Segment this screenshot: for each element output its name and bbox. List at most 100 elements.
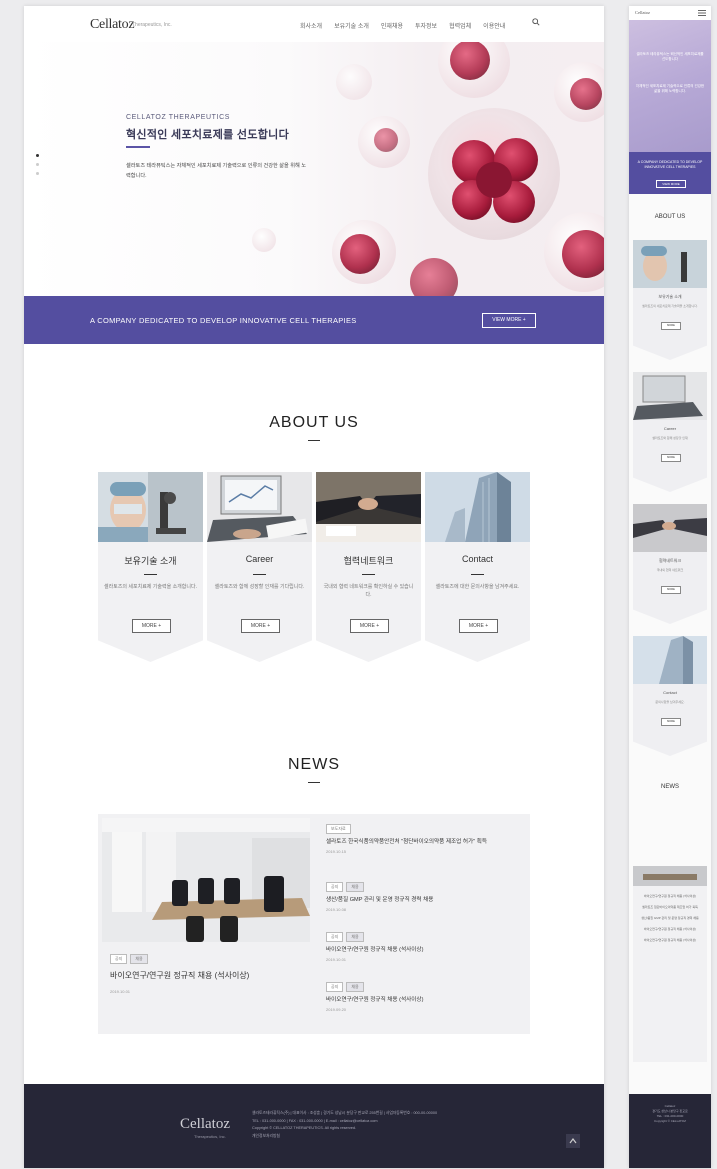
card-network[interactable]: 협력네트워크 국내외 협력 네트워크를 확인하실 수 있습니다. MORE + bbox=[316, 472, 421, 662]
card-divider bbox=[144, 574, 157, 575]
card-more-button[interactable]: MORE + bbox=[350, 619, 389, 633]
slider-dots bbox=[36, 154, 39, 175]
mobile-news-item[interactable]: 바이오연구/연구원 정규직 채용 (석사이상) bbox=[633, 935, 707, 946]
mobile-page: Cellatoz 셀라토즈 테라퓨틱스는 혁신적인 세포치료제를 선도합니다 자… bbox=[629, 6, 711, 1168]
about-cards: 보유기술 소개 셀라토즈의 세포치료제 기술력을 소개합니다. MORE + C… bbox=[98, 472, 530, 662]
nav-item-partners[interactable]: 협력업체 bbox=[449, 21, 471, 30]
mobile-card[interactable]: 협력네트워크 국내외 협력 네트워크 MORE bbox=[633, 504, 707, 624]
card-career[interactable]: Career 셀라토즈와 함께 성장할 인재를 기다립니다. MORE + bbox=[207, 472, 312, 662]
news-item-title[interactable]: 생산/품질 GMP 관리 및 운영 정규직 경력 채용 bbox=[326, 896, 522, 904]
mobile-news-item[interactable]: 바이오연구/연구원 정규직 채용 (석사이상) bbox=[633, 924, 707, 935]
mobile-logo[interactable]: Cellatoz bbox=[635, 10, 650, 15]
news-item-date: 2019.10.15 bbox=[326, 849, 347, 854]
mobile-card-button[interactable]: MORE bbox=[661, 718, 681, 726]
footer-line: 셀라토즈테라퓨틱스(주) | 대표이사 : 조성훈 | 경기도 성남시 분당구 … bbox=[252, 1111, 438, 1115]
card-body: 보유기술 소개 셀라토즈의 세포치료제 기술력을 소개합니다. MORE + bbox=[98, 542, 203, 662]
site-logo[interactable]: Cellatoz bbox=[90, 17, 135, 33]
mobile-card-body: Contact 문의사항을 남겨주세요. MORE bbox=[633, 684, 707, 756]
card-description: 셀라토즈에 대한 문의사항을 남겨주세요. bbox=[435, 584, 520, 590]
mobile-card-body: 협력네트워크 국내외 협력 네트워크 MORE bbox=[633, 552, 707, 624]
nav-item-careers[interactable]: 인재채용 bbox=[381, 21, 403, 30]
mobile-news-item[interactable]: 바이오연구/연구원 정규직 채용 (석사이상) bbox=[633, 891, 707, 902]
search-icon[interactable] bbox=[532, 18, 540, 26]
nav-item-about[interactable]: 회사소개 bbox=[300, 21, 322, 30]
slider-dot[interactable] bbox=[36, 154, 39, 157]
news-item[interactable]: 공지 채용 생산/품질 GMP 관리 및 운영 정규직 경력 채용 2019.10… bbox=[326, 882, 522, 932]
news-item-date: 2019.10.01 bbox=[326, 957, 347, 962]
news-item-date: 2019.10.08 bbox=[326, 907, 347, 912]
menu-icon[interactable] bbox=[698, 10, 706, 16]
card-title: 보유기술 소개 bbox=[124, 556, 177, 566]
mobile-footer-text: Cellatoz 경기도 성남시 분당구 판교로 TEL : 031-000-0… bbox=[633, 1104, 707, 1124]
mobile-header: Cellatoz bbox=[629, 6, 711, 20]
mobile-hero-text: 자체적인 세포치료제 기술력으로 인류의 건강한 삶을 위해 노력합니다. bbox=[635, 84, 705, 93]
lab-photo bbox=[98, 472, 203, 542]
mobile-card-title: Career bbox=[663, 426, 677, 431]
mobile-news-item[interactable]: 생산/품질 GMP 관리 및 운영 정규직 경력 채용 bbox=[633, 913, 707, 924]
view-more-button[interactable]: VIEW MORE + bbox=[482, 313, 536, 328]
mobile-news-item[interactable]: 셀라토즈 첨단바이오의약품 제조업 허가 획득 bbox=[633, 902, 707, 913]
card-title: Contact bbox=[461, 554, 494, 564]
mobile-card-button[interactable]: MORE bbox=[661, 322, 681, 330]
mobile-footer: Cellatoz 경기도 성남시 분당구 판교로 TEL : 031-000-0… bbox=[629, 1094, 711, 1168]
mobile-hero: 셀라토즈 테라퓨틱스는 혁신적인 세포치료제를 선도합니다 자체적인 세포치료제… bbox=[629, 20, 711, 152]
building-photo bbox=[633, 636, 707, 684]
mobile-card-button[interactable]: MORE bbox=[661, 454, 681, 462]
tag: 공지 bbox=[326, 982, 344, 992]
news-item-title[interactable]: 바이오연구/연구원 정규직 채용 (석사이상) bbox=[326, 996, 522, 1004]
mobile-banner-text: A COMPANY DEDICATED TO DEVELOP INNOVATIV… bbox=[637, 160, 703, 169]
mobile-card[interactable]: 보유기술 소개 셀라토즈의 세포치료제 기술력을 소개합니다. MORE bbox=[633, 240, 707, 360]
mobile-card-title: 보유기술 소개 bbox=[658, 294, 682, 299]
footer-logo: Cellatoz bbox=[180, 1116, 230, 1132]
news-item-title[interactable]: 바이오연구/연구원 정규직 채용 (석사이상) bbox=[326, 946, 522, 954]
card-body: Career 셀라토즈와 함께 성장할 인재를 기다립니다. MORE + bbox=[207, 542, 312, 662]
handshake-photo bbox=[316, 472, 421, 542]
slider-dot[interactable] bbox=[36, 163, 39, 166]
privacy-link[interactable]: 개인정보처리방침 bbox=[252, 1133, 552, 1141]
news-item[interactable]: 공지 채용 바이오연구/연구원 정규직 채용 (석사이상) 2019.09.20 bbox=[326, 982, 522, 1032]
news-item[interactable]: 공지 채용 바이오연구/연구원 정규직 채용 (석사이상) 2019.10.01 bbox=[326, 932, 522, 982]
nav-item-technology[interactable]: 보유기술 소개 bbox=[334, 21, 369, 30]
card-more-button[interactable]: MORE + bbox=[459, 619, 498, 633]
tag: 채용 bbox=[346, 932, 364, 942]
slider-dot[interactable] bbox=[36, 172, 39, 175]
card-description: 셀라토즈와 함께 성장할 인재를 기다립니다. bbox=[214, 584, 305, 590]
tag: 공지 bbox=[110, 954, 128, 964]
mobile-view-more-button[interactable]: VIEW MORE bbox=[656, 180, 686, 188]
main-nav: 회사소개 보유기술 소개 인재채용 투자정보 협력업체 이용안내 bbox=[300, 21, 505, 30]
mobile-card-body: 보유기술 소개 셀라토즈의 세포치료제 기술력을 소개합니다. MORE bbox=[633, 288, 707, 360]
footer-line: TEL : 031-000-0000 | FAX : 031-000-0000 … bbox=[252, 1118, 378, 1123]
news-item-title[interactable]: 셀라토즈 한국식품의약품안전처 "첨단바이오의약품 제조업 허가" 획득 bbox=[326, 838, 522, 846]
news-item[interactable]: 보도자료 셀라토즈 한국식품의약품안전처 "첨단바이오의약품 제조업 허가" 획… bbox=[326, 824, 522, 882]
tag: 공지 bbox=[326, 882, 344, 892]
card-description: 셀라토즈의 세포치료제 기술력을 소개합니다. bbox=[104, 584, 197, 590]
mobile-card[interactable]: Contact 문의사항을 남겨주세요. MORE bbox=[633, 636, 707, 756]
mobile-card-button[interactable]: MORE bbox=[661, 586, 681, 594]
nav-item-investors[interactable]: 투자정보 bbox=[415, 21, 437, 30]
scroll-top-button[interactable] bbox=[566, 1134, 580, 1148]
card-title: 협력네트워크 bbox=[343, 556, 394, 566]
mobile-card-desc: 국내외 협력 네트워크 bbox=[656, 568, 684, 572]
card-body: Contact 셀라토즈에 대한 문의사항을 남겨주세요. MORE + bbox=[425, 542, 530, 662]
card-body: 협력네트워크 국내외 협력 네트워크를 확인하실 수 있습니다. MORE + bbox=[316, 542, 421, 662]
card-technology[interactable]: 보유기술 소개 셀라토즈의 세포치료제 기술력을 소개합니다. MORE + bbox=[98, 472, 203, 662]
card-divider bbox=[362, 574, 375, 575]
mobile-card-desc: 셀라토즈의 세포치료제 기술력을 소개합니다. bbox=[642, 304, 698, 308]
news-title: NEWS bbox=[288, 756, 340, 773]
nav-item-guide[interactable]: 이용안내 bbox=[483, 21, 505, 30]
lab-photo bbox=[633, 240, 707, 288]
hero-title: 혁신적인 세포치료제를 선도합니다 bbox=[126, 129, 290, 141]
card-divider bbox=[253, 574, 266, 575]
about-divider bbox=[308, 440, 320, 441]
mobile-card[interactable]: Career 셀라토즈와 함께 성장할 인재 MORE bbox=[633, 372, 707, 492]
card-description: 국내외 협력 네트워크를 확인하실 수 있습니다. bbox=[323, 584, 414, 598]
meeting-room-photo[interactable] bbox=[102, 818, 310, 942]
featured-news-title[interactable]: 바이오연구/연구원 정규직 채용 (석사이상) bbox=[110, 970, 249, 981]
card-more-button[interactable]: MORE + bbox=[241, 619, 280, 633]
mobile-news-title: NEWS bbox=[661, 784, 679, 790]
footer-info: 셀라토즈테라퓨틱스(주) | 대표이사 : 조성훈 | 경기도 성남시 분당구 … bbox=[252, 1110, 552, 1140]
card-contact[interactable]: Contact 셀라토즈에 대한 문의사항을 남겨주세요. MORE + bbox=[425, 472, 530, 662]
mobile-news-section: 바이오연구/연구원 정규직 채용 (석사이상) 셀라토즈 첨단바이오의약품 제조… bbox=[633, 866, 707, 1062]
card-more-button[interactable]: MORE + bbox=[132, 619, 171, 633]
featured-tags: 공지 채용 bbox=[110, 954, 148, 964]
